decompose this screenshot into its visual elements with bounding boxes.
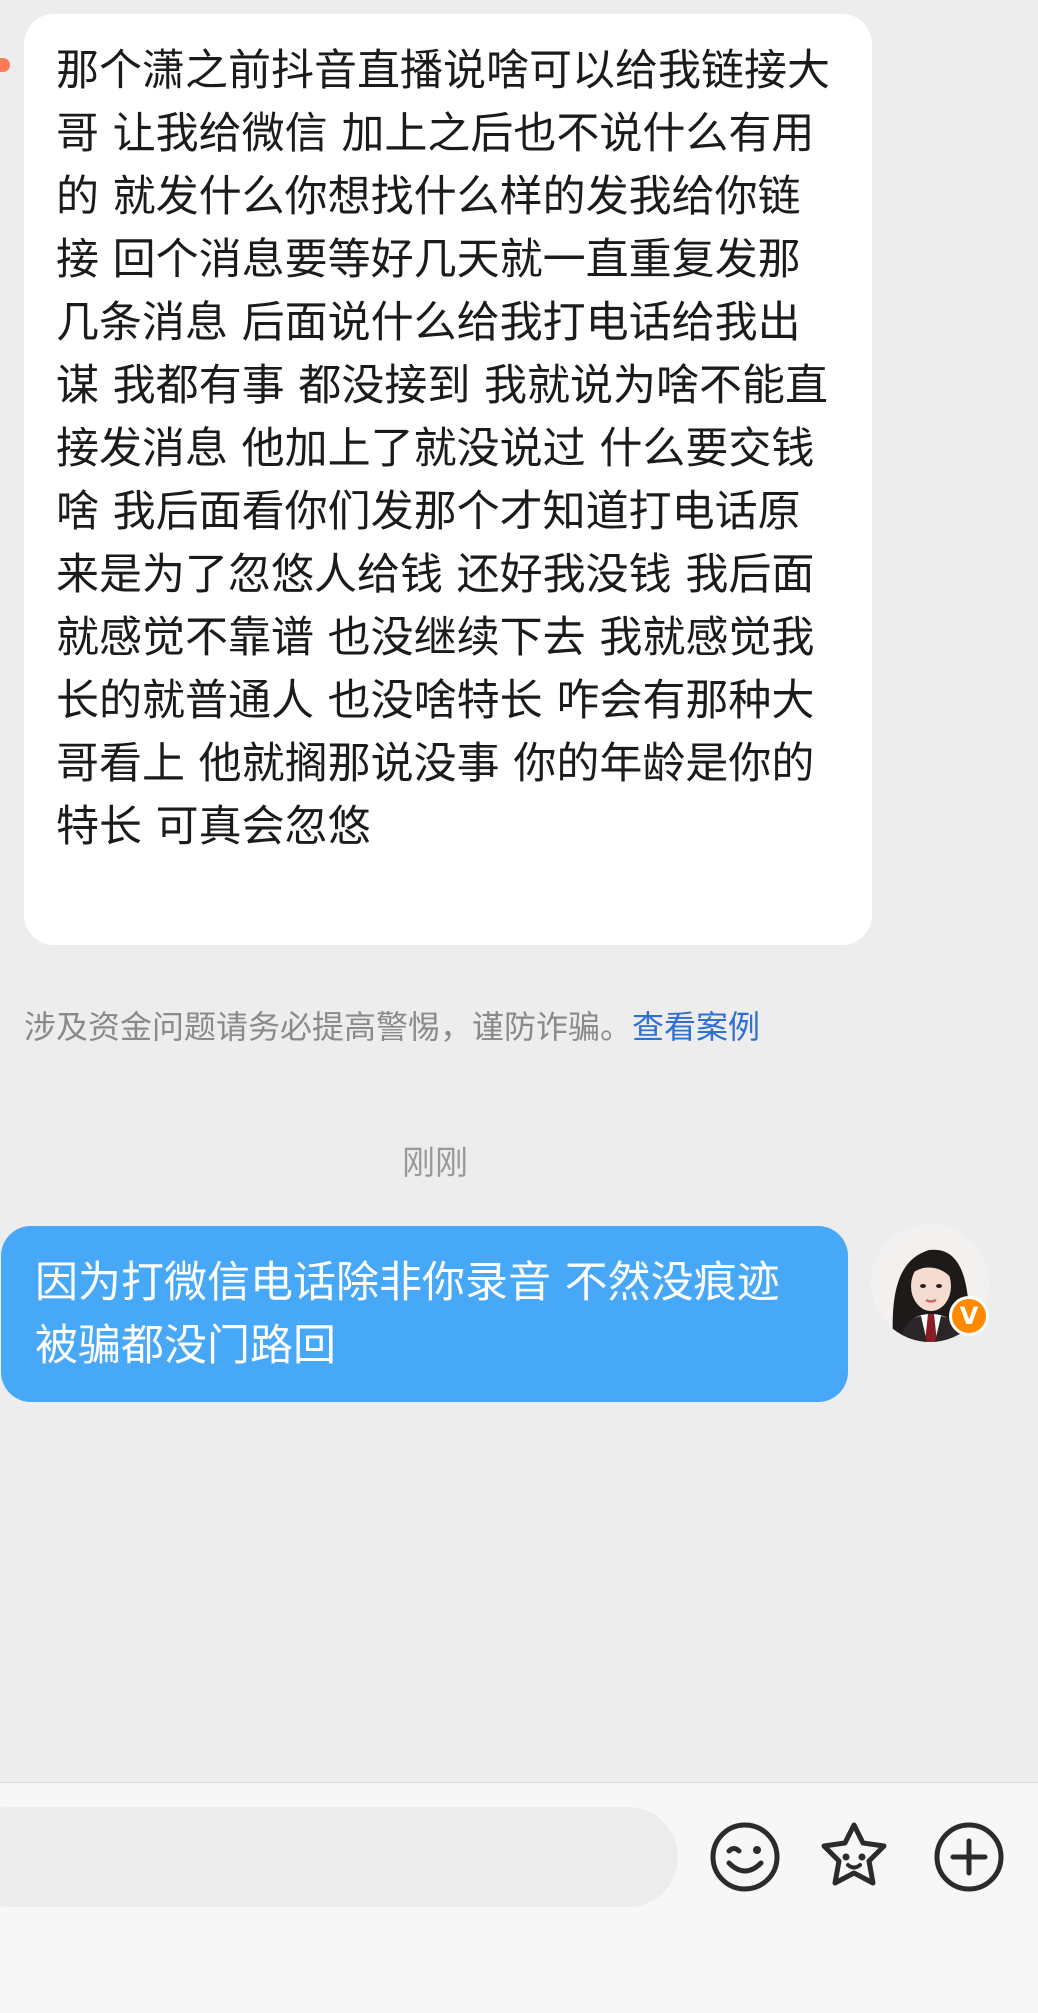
sender-avatar-container[interactable]: V — [871, 1224, 989, 1342]
add-icon[interactable] — [931, 1819, 1007, 1895]
fraud-warning-text: 涉及资金问题请务必提高警惕，谨防诈骗。 — [24, 1008, 633, 1046]
incoming-sender-indicator — [0, 58, 10, 72]
message-input-field[interactable] — [0, 1807, 678, 1907]
chat-area[interactable]: 那个潇之前抖音直播说啥可以给我链接大哥 让我给微信 加上之后也不说什么有用的 就… — [0, 0, 1038, 1782]
emoji-icon[interactable] — [707, 1819, 783, 1895]
view-cases-link[interactable]: 查看案例 — [632, 1008, 760, 1046]
verified-badge-icon: V — [949, 1296, 989, 1336]
sticker-icon[interactable] — [816, 1819, 892, 1895]
outgoing-message-bubble[interactable]: 因为打微信电话除非你录音 不然没痕迹 被骗都没门路回 — [1, 1226, 848, 1402]
message-input-bar — [0, 1782, 1038, 2013]
message-timestamp: 刚刚 — [402, 1143, 468, 1182]
fraud-warning: 涉及资金问题请务必提高警惕，谨防诈骗。查看案例 — [24, 1002, 760, 1048]
incoming-message-bubble[interactable]: 那个潇之前抖音直播说啥可以给我链接大哥 让我给微信 加上之后也不说什么有用的 就… — [24, 14, 872, 945]
